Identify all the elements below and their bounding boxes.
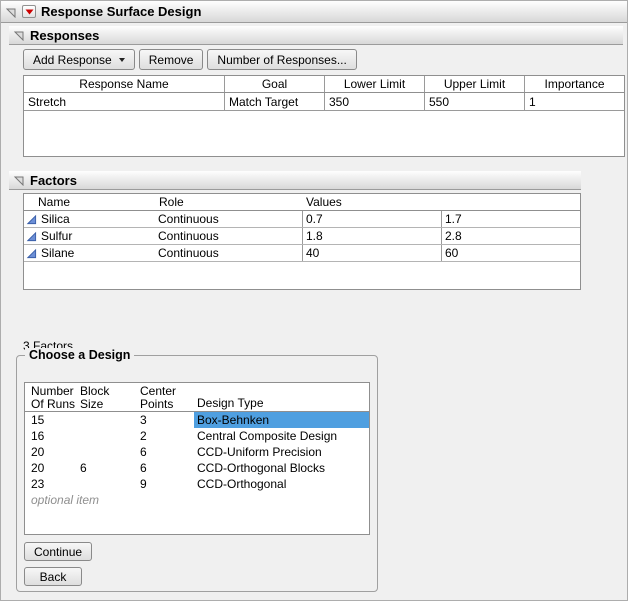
factor-row: Silica Continuous 0.7 1.7 [24,211,580,228]
responses-toolbar: Add Response Remove Number of Responses.… [23,49,357,70]
col-header-response-name: Response Name [24,76,224,92]
design-type-cell[interactable]: CCD-Orthogonal [194,476,369,492]
red-triangle-menu-button[interactable] [22,5,36,18]
design-row[interactable]: 23 9 CCD-Orthogonal [25,476,369,492]
factor-role[interactable]: Continuous [154,211,302,227]
col-header-goal: Goal [224,76,324,92]
col-header-role: Role [154,194,302,210]
design-list: NumberOf Runs BlockSize CenterPoints Des… [24,382,370,535]
col-header-factor-name: Name [24,194,154,210]
red-triangle-icon [25,9,34,15]
col-header-values: Values [302,194,580,210]
design-center-points: 6 [138,460,194,476]
response-lower-limit-cell[interactable]: 350 [324,93,424,110]
design-block-size [78,444,138,460]
main-outline-header: Response Surface Design [1,1,628,23]
continuous-factor-icon [26,248,37,259]
factor-high-value-cell[interactable]: 60 [441,245,580,261]
disclosure-triangle-icon[interactable] [5,6,17,18]
factor-low-value-cell[interactable]: 1.8 [302,228,441,244]
responses-section-header: Responses [9,26,623,45]
design-row[interactable]: 16 2 Central Composite Design [25,428,369,444]
design-row[interactable]: 20 6 6 CCD-Orthogonal Blocks [25,460,369,476]
disclosure-triangle-icon[interactable] [13,29,25,41]
design-center-points: 9 [138,476,194,492]
factors-table: Name Role Values Silica Continuous 0.7 1… [23,193,581,290]
responses-table-header: Response Name Goal Lower Limit Upper Lim… [24,76,624,93]
response-goal-cell[interactable]: Match Target [224,93,324,110]
response-surface-design-window: Response Surface Design Responses Add Re… [0,0,628,601]
disclosure-triangle-icon[interactable] [13,174,25,186]
factor-row: Sulfur Continuous 1.8 2.8 [24,228,580,245]
continuous-factor-icon [26,231,37,242]
choose-design-groupbox: Choose a Design NumberOf Runs BlockSize … [16,355,378,592]
add-response-label: Add Response [33,53,112,67]
factor-low-value-cell[interactable]: 0.7 [302,211,441,227]
continue-button[interactable]: Continue [24,542,92,561]
design-center-points: 3 [138,412,194,428]
add-response-button[interactable]: Add Response [23,49,135,70]
factor-name[interactable]: Silica [41,212,70,226]
dropdown-caret-icon [119,58,125,62]
optional-item-label: optional item [25,492,99,508]
continuous-factor-icon [26,214,37,225]
design-block-size [78,476,138,492]
factors-section-title: Factors [30,173,77,188]
design-row[interactable]: 20 6 CCD-Uniform Precision [25,444,369,460]
design-runs: 16 [25,428,78,444]
design-block-size [78,428,138,444]
design-block-size: 6 [78,460,138,476]
response-upper-limit-cell[interactable]: 550 [424,93,524,110]
col-header-design-type: Design Type [194,385,369,411]
design-type-cell[interactable]: CCD-Uniform Precision [194,444,369,460]
responses-table: Response Name Goal Lower Limit Upper Lim… [23,75,625,157]
factor-name[interactable]: Sulfur [41,229,72,243]
col-header-importance: Importance [524,76,624,92]
factor-high-value-cell[interactable]: 2.8 [441,228,580,244]
back-button[interactable]: Back [24,567,82,586]
design-runs: 20 [25,444,78,460]
factor-high-value-cell[interactable]: 1.7 [441,211,580,227]
design-runs: 15 [25,412,78,428]
design-center-points: 6 [138,444,194,460]
col-header-block-size: BlockSize [78,385,138,411]
design-row[interactable]: 15 3 Box-Behnken [25,412,369,428]
responses-section-title: Responses [30,28,99,43]
factors-section-header: Factors [9,171,581,190]
factor-low-value-cell[interactable]: 40 [302,245,441,261]
design-type-cell[interactable]: Central Composite Design [194,428,369,444]
col-header-upper-limit: Upper Limit [424,76,524,92]
factor-role[interactable]: Continuous [154,228,302,244]
factor-row: Silane Continuous 40 60 [24,245,580,262]
factor-name[interactable]: Silane [41,246,74,260]
page-title: Response Surface Design [41,4,201,19]
response-name-cell[interactable]: Stretch [24,93,224,110]
design-block-size [78,412,138,428]
col-header-lower-limit: Lower Limit [324,76,424,92]
col-header-center-points: CenterPoints [138,385,194,411]
design-row-optional: optional item [25,492,369,508]
col-header-number-of-runs: NumberOf Runs [25,385,78,411]
number-of-responses-button[interactable]: Number of Responses... [207,49,356,70]
design-list-header: NumberOf Runs BlockSize CenterPoints Des… [25,383,369,412]
choose-design-title: Choose a Design [25,348,134,362]
design-runs: 23 [25,476,78,492]
design-type-cell[interactable]: CCD-Orthogonal Blocks [194,460,369,476]
design-runs: 20 [25,460,78,476]
factor-role[interactable]: Continuous [154,245,302,261]
remove-button[interactable]: Remove [139,49,204,70]
design-center-points: 2 [138,428,194,444]
design-type-cell-selected[interactable]: Box-Behnken [194,412,369,428]
response-importance-cell[interactable]: 1 [524,93,624,110]
factors-table-header: Name Role Values [24,194,580,211]
response-table-row: Stretch Match Target 350 550 1 [24,93,624,111]
